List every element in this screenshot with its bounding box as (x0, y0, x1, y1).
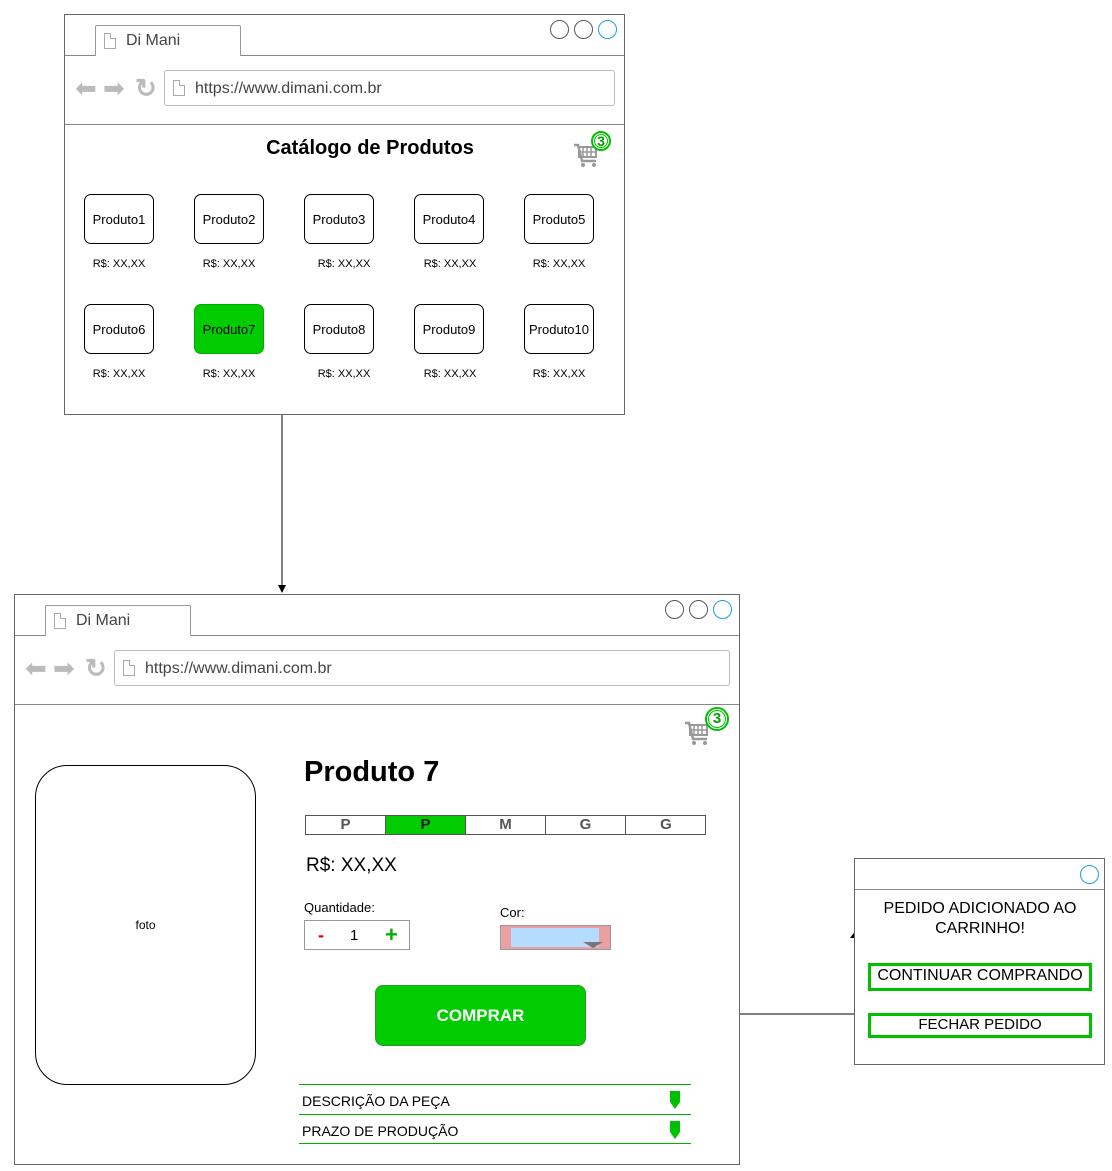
size-option-m[interactable]: M (466, 816, 546, 834)
minimize-button[interactable] (550, 20, 569, 39)
browser-tab[interactable]: Di Mani (95, 25, 241, 56)
page-icon (54, 613, 66, 629)
product-price-9: R$: XX,XX (423, 368, 477, 380)
close-button[interactable] (713, 600, 732, 619)
forward-arrow-icon[interactable]: ➡ (103, 75, 125, 101)
product-card-7-selected[interactable]: Produto7 (194, 304, 264, 354)
address-bar[interactable]: https://www.dimani.com.br (164, 70, 615, 106)
quantity-plus-button[interactable]: + (385, 922, 398, 948)
quantity-minus-button[interactable]: - (318, 925, 324, 946)
expand-marker-icon (670, 1121, 680, 1139)
product-price-2: R$: XX,XX (202, 258, 256, 270)
cart-count-badge: 3 (591, 131, 611, 151)
tab-title: Di Mani (126, 32, 181, 49)
product-photo: foto (35, 765, 256, 1085)
minimize-button[interactable] (665, 600, 684, 619)
toolbar-divider (15, 704, 739, 705)
color-select[interactable] (500, 925, 611, 950)
reload-icon[interactable]: ↻ (135, 75, 157, 101)
maximize-button[interactable] (574, 20, 593, 39)
product-card-3[interactable]: Produto3 (304, 194, 374, 244)
arrowhead-down (278, 585, 286, 593)
product-browser-window: Di Mani ⬅ ➡ ↻ https://www.dimani.com.br … (14, 594, 740, 1165)
back-arrow-icon[interactable]: ⬅ (75, 75, 97, 101)
product-card-9[interactable]: Produto9 (414, 304, 484, 354)
dialog-title-divider (855, 889, 1104, 890)
product-card-6[interactable]: Produto6 (84, 304, 154, 354)
accordion-description-label: DESCRIÇÃO DA PEÇA (302, 1093, 450, 1109)
close-button[interactable] (1080, 865, 1099, 884)
size-option-p-selected[interactable]: P (386, 816, 466, 834)
catalog-browser-window: Di Mani ⬅ ➡ ↻ https://www.dimani.com.br … (64, 14, 625, 415)
back-arrow-icon[interactable]: ⬅ (25, 655, 47, 681)
browser-tab[interactable]: Di Mani (45, 605, 191, 636)
close-order-button[interactable]: FECHAR PEDIDO (868, 1013, 1092, 1038)
product-price-10: R$: XX,XX (532, 368, 586, 380)
continue-shopping-button[interactable]: CONTINUAR COMPRANDO (868, 963, 1092, 991)
maximize-button[interactable] (689, 600, 708, 619)
size-option-g[interactable]: G (546, 816, 626, 834)
cart-confirmation-dialog: PEDIDO ADICIONADO AO CARRINHO! CONTINUAR… (854, 858, 1105, 1065)
toolbar-divider (65, 124, 624, 125)
accordion-production-time-label: PRAZO DE PRODUÇÃO (302, 1123, 459, 1139)
photo-label: foto (135, 918, 156, 932)
expand-marker-icon (670, 1091, 680, 1109)
size-selector[interactable]: P P M G G (305, 815, 706, 835)
quantity-label: Quantidade: (304, 900, 375, 915)
close-button[interactable] (598, 20, 617, 39)
page-icon (104, 33, 116, 49)
product-price-1: R$: XX,XX (92, 258, 146, 270)
cart-count-badge: 3 (705, 707, 729, 731)
url-text: https://www.dimani.com.br (145, 660, 332, 677)
reload-icon[interactable]: ↻ (85, 655, 107, 681)
cart-button[interactable]: 3 (683, 707, 729, 747)
product-card-2[interactable]: Produto2 (194, 194, 264, 244)
size-option-g-2[interactable]: G (626, 816, 706, 834)
product-price-6: R$: XX,XX (92, 368, 146, 380)
product-card-8[interactable]: Produto8 (304, 304, 374, 354)
product-card-10[interactable]: Produto10 (524, 304, 594, 354)
buy-button-label: COMPRAR (436, 1006, 525, 1025)
page-icon (173, 80, 185, 96)
color-label: Cor: (500, 905, 525, 920)
quantity-stepper[interactable]: - 1 + (304, 920, 410, 950)
address-bar[interactable]: https://www.dimani.com.br (114, 650, 730, 686)
forward-arrow-icon[interactable]: ➡ (53, 655, 75, 681)
product-price-7: R$: XX,XX (202, 368, 256, 380)
accordion-description[interactable]: DESCRIÇÃO DA PEÇA (299, 1084, 691, 1114)
product-card-5[interactable]: Produto5 (524, 194, 594, 244)
chevron-down-icon (583, 942, 603, 948)
accordion-production-time[interactable]: PRAZO DE PRODUÇÃO (299, 1114, 691, 1144)
product-price-8: R$: XX,XX (317, 368, 371, 380)
quantity-value: 1 (350, 927, 359, 944)
url-text: https://www.dimani.com.br (195, 80, 382, 97)
product-card-1[interactable]: Produto1 (84, 194, 154, 244)
product-price-4: R$: XX,XX (423, 258, 477, 270)
product-card-4[interactable]: Produto4 (414, 194, 484, 244)
buy-button[interactable]: COMPRAR (375, 985, 586, 1046)
product-price: R$: XX,XX (306, 855, 397, 876)
tab-title: Di Mani (76, 612, 131, 629)
size-option-p[interactable]: P (306, 816, 386, 834)
dialog-message: PEDIDO ADICIONADO AO CARRINHO! (883, 900, 1077, 937)
product-price-5: R$: XX,XX (532, 258, 586, 270)
product-price-3: R$: XX,XX (317, 258, 371, 270)
page-icon (123, 660, 135, 676)
product-title: Produto 7 (304, 756, 440, 788)
cart-button[interactable]: 3 (572, 131, 614, 171)
